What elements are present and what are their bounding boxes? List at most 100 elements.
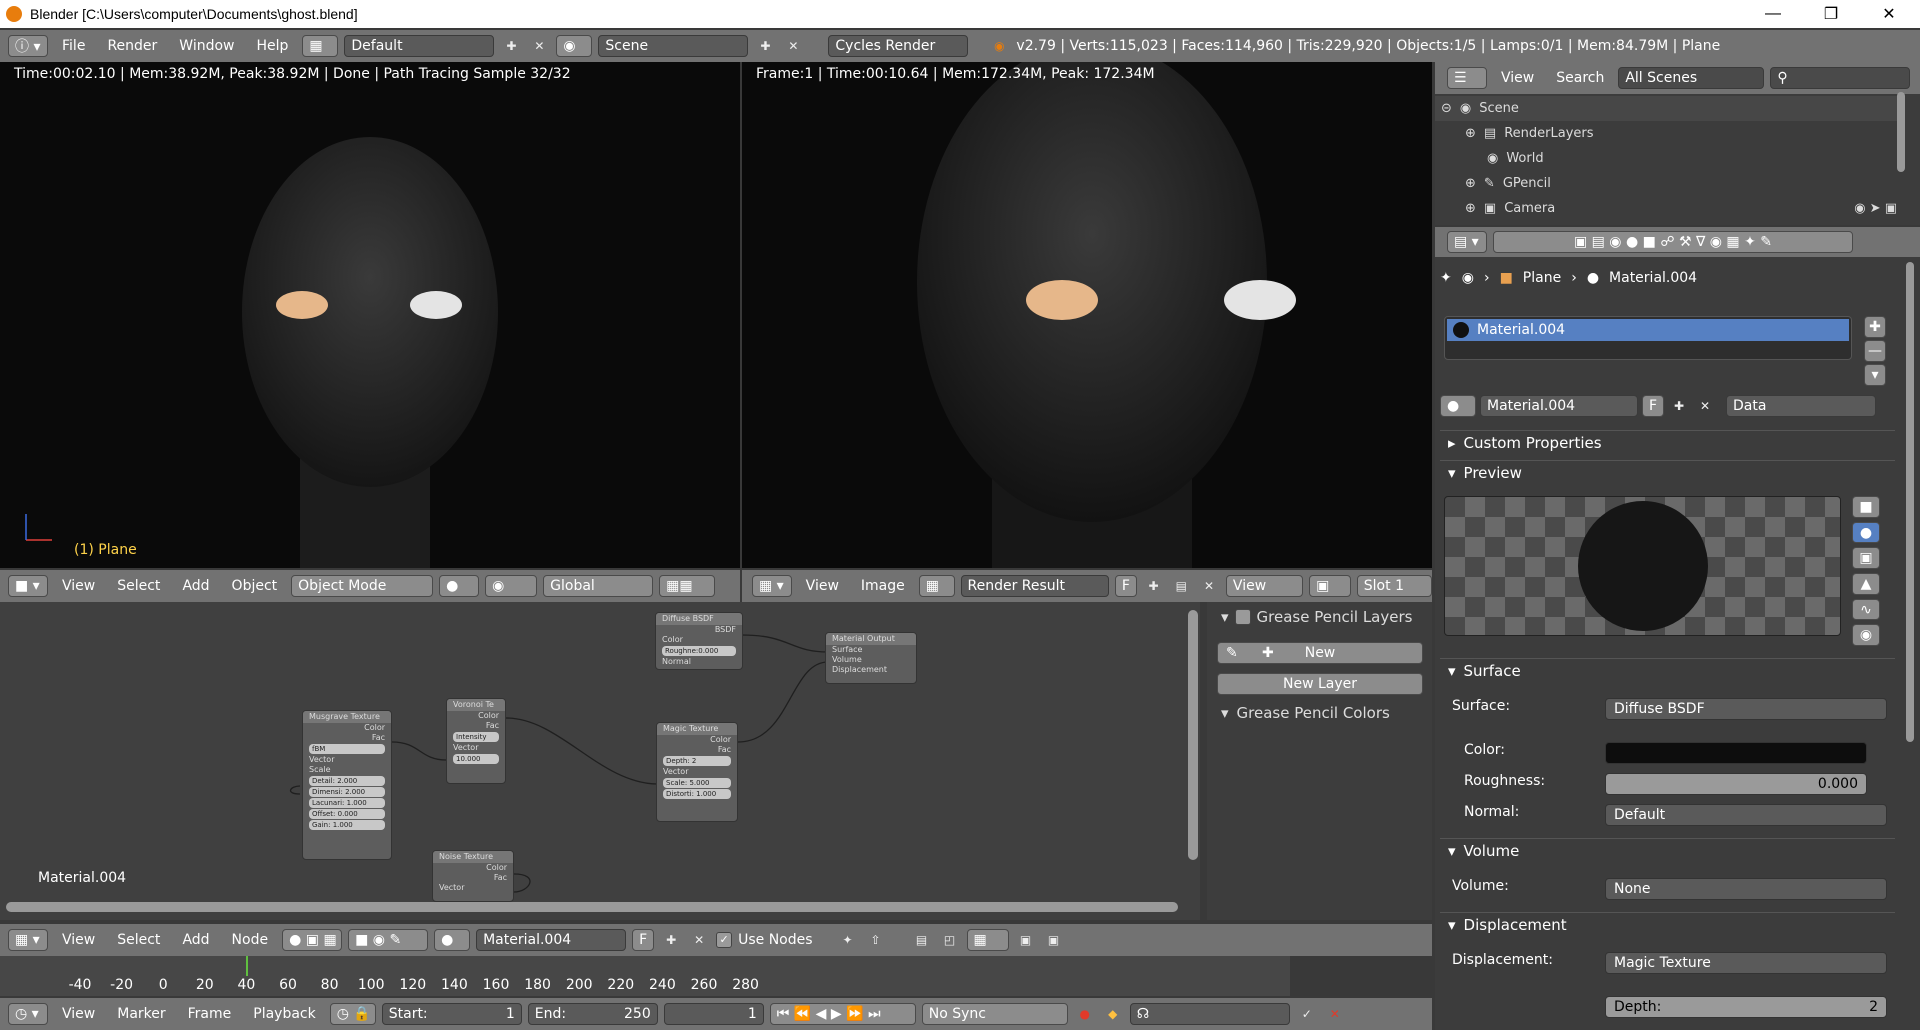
expand-icon[interactable]: ⊕ xyxy=(1465,201,1476,216)
shading-select-icon[interactable]: ● xyxy=(439,575,480,597)
menu-object[interactable]: Object xyxy=(224,578,286,594)
image-open-icon[interactable]: ▤ xyxy=(1170,575,1192,597)
shader-object-type-icons[interactable]: ■ ◉ ✎ xyxy=(348,929,429,951)
roughness-field[interactable]: Roughne:0.000 xyxy=(662,646,736,656)
depth-field[interactable]: Depth: 2 xyxy=(1605,996,1887,1018)
material-name-field[interactable]: Material.004 xyxy=(476,929,627,951)
node-noise-texture[interactable]: Noise Texture Color Fac Vector xyxy=(432,850,514,902)
shader-type-icons[interactable]: ● ▣ ▦ xyxy=(282,929,343,951)
grease-pencil-layers-header[interactable]: ▾ Grease Pencil Layers xyxy=(1221,608,1412,626)
properties-scrollbar[interactable] xyxy=(1906,262,1914,742)
material-browse-icon[interactable]: ● xyxy=(1440,395,1476,417)
menu-frame[interactable]: Frame xyxy=(180,1006,240,1022)
menu-playback[interactable]: Playback xyxy=(245,1006,323,1022)
node-magic-texture[interactable]: Magic Texture Color Fac Depth: 2 Vector … xyxy=(656,722,738,822)
menu-node-select[interactable]: Select xyxy=(109,932,168,948)
outliner-search-field[interactable]: ⚲ xyxy=(1770,67,1911,89)
add-slot-button[interactable]: ✚ xyxy=(1864,316,1886,338)
custom-properties-header[interactable]: ▸ Custom Properties xyxy=(1440,430,1895,454)
material-link-select[interactable]: Data xyxy=(1726,395,1876,417)
material-browse-icon[interactable]: ● xyxy=(434,929,471,951)
visibility-eye-icon[interactable]: ◉ ➤ ▣ xyxy=(1854,201,1905,216)
color-swatch[interactable] xyxy=(1605,742,1867,764)
material-unlink-icon[interactable]: ✕ xyxy=(1694,395,1716,417)
scene-field[interactable]: Scene xyxy=(598,35,749,57)
outliner-scrollbar[interactable] xyxy=(1897,92,1905,172)
collapse-icon[interactable]: ⊝ xyxy=(1441,101,1452,116)
object-mode-select[interactable]: Object Mode xyxy=(291,575,434,597)
image-fake-user-button[interactable]: F xyxy=(1114,575,1137,597)
menu-image[interactable]: Image xyxy=(853,578,913,594)
outliner-item-scene[interactable]: ⊝ ◉ Scene xyxy=(1435,96,1905,121)
preview-header[interactable]: ▾ Preview xyxy=(1440,460,1895,484)
dimension-field[interactable]: Dimensi: 2.000 xyxy=(309,787,385,797)
menu-node-view[interactable]: View xyxy=(54,932,103,948)
menu-render[interactable]: Render xyxy=(99,38,165,54)
menu-node-add[interactable]: Add xyxy=(174,932,217,948)
outliner-editor-type-button[interactable]: ☰ xyxy=(1447,67,1487,89)
gain-field[interactable]: Gain: 1.000 xyxy=(309,820,385,830)
preview-sky-icon[interactable]: ◉ xyxy=(1852,624,1880,647)
material-slot-item[interactable]: Material.004 xyxy=(1447,319,1849,341)
copy-render-icon[interactable]: ▣ xyxy=(1015,929,1037,951)
transform-orientation-select[interactable]: Global xyxy=(543,575,654,597)
menu-add[interactable]: Add xyxy=(174,578,217,594)
scale-field[interactable]: Scale: 5.000 xyxy=(663,778,731,788)
scale-field[interactable]: 10.000 xyxy=(453,754,499,764)
properties-editor-type-button[interactable]: ▤ ▾ xyxy=(1447,231,1487,253)
snap-icon[interactable]: ◰ xyxy=(939,929,961,951)
image-browse-icon[interactable]: ▦ xyxy=(918,575,955,597)
musgrave-type-select[interactable]: fBM xyxy=(309,744,385,754)
new-grease-pencil-button[interactable]: ✎ ✚ New xyxy=(1217,642,1423,664)
render-engine-select[interactable]: Cycles Render xyxy=(828,35,969,57)
menu-marker[interactable]: Marker xyxy=(109,1006,173,1022)
pivot-select-icon[interactable]: ◉ xyxy=(485,575,538,597)
maximize-button[interactable]: ❐ xyxy=(1802,0,1860,28)
menu-view[interactable]: View xyxy=(54,578,103,594)
material-fake-user-button[interactable]: F xyxy=(632,929,655,951)
properties-context-tabs[interactable]: ▣ ▤ ◉ ● ■ ☍ ⚒ ∇ ◉ ▦ ✦ ✎ xyxy=(1493,231,1853,253)
breadcrumb-material[interactable]: Material.004 xyxy=(1609,270,1697,286)
displacement-select[interactable]: Magic Texture xyxy=(1605,952,1887,974)
distortion-field[interactable]: Distorti: 1.000 xyxy=(663,789,731,799)
image-pass-icon[interactable]: ▣ xyxy=(1309,575,1351,597)
remove-slot-button[interactable]: — xyxy=(1864,340,1886,362)
close-window-button[interactable]: ✕ xyxy=(1860,0,1918,28)
preview-monkey-icon[interactable]: ▲ xyxy=(1852,573,1880,595)
delete-key-icon[interactable]: ✕ xyxy=(1324,1003,1346,1025)
node-editor-hscrollbar[interactable] xyxy=(6,902,1178,912)
image-editor-type-button[interactable]: ▦ ▾ xyxy=(752,575,792,597)
offset-field[interactable]: Offset: 0.000 xyxy=(309,809,385,819)
keying-set-field[interactable]: ☊ xyxy=(1129,1003,1290,1025)
menu-node[interactable]: Node xyxy=(224,932,277,948)
volume-header[interactable]: ▾ Volume xyxy=(1440,838,1895,862)
sync-mode-select[interactable]: No Sync xyxy=(921,1003,1068,1025)
pin-icon[interactable]: ✦ xyxy=(1440,270,1452,286)
node-voronoi-texture[interactable]: Voronoi Te Color Fac Intensity Vector 10… xyxy=(446,698,506,784)
outliner-item-renderlayers[interactable]: ⊕ ▤ RenderLayers xyxy=(1435,121,1905,146)
material-slot-list[interactable]: Material.004 xyxy=(1444,316,1852,360)
material-fake-user-button[interactable]: F xyxy=(1642,395,1664,417)
volume-shader-select[interactable]: None xyxy=(1605,878,1887,900)
depth-field[interactable]: Depth: 2 xyxy=(663,756,731,766)
scene-icon[interactable]: ◉ xyxy=(556,35,593,57)
outliner-item-camera[interactable]: ⊕ ▣ Camera ◉ ➤ ▣ xyxy=(1435,196,1905,221)
enable-checkbox[interactable] xyxy=(1234,609,1251,625)
use-nodes-checkbox[interactable]: ✓ xyxy=(716,932,733,948)
paste-render-icon[interactable]: ▣ xyxy=(1043,929,1065,951)
node-editor-type-button[interactable]: ▦ ▾ xyxy=(8,929,48,951)
roughness-slider[interactable]: 0.000 xyxy=(1605,773,1867,795)
start-frame-field[interactable]: Start: 1 xyxy=(381,1003,522,1025)
breadcrumb-object[interactable]: Plane xyxy=(1523,270,1561,286)
delete-scene-icon[interactable]: ✕ xyxy=(782,35,804,57)
add-scene-icon[interactable]: ✚ xyxy=(754,35,776,57)
surface-shader-select[interactable]: Diffuse BSDF xyxy=(1605,698,1887,720)
coloring-select[interactable]: Intensity xyxy=(453,732,499,742)
delete-layout-icon[interactable]: ✕ xyxy=(528,35,550,57)
preview-cube-icon[interactable]: ▣ xyxy=(1852,547,1880,570)
screen-layout-icon[interactable]: ▦ xyxy=(302,35,339,57)
backdrop-icon[interactable]: ▤ xyxy=(911,929,933,951)
material-add-icon[interactable]: ✚ xyxy=(660,929,682,951)
preview-hair-icon[interactable]: ∿ xyxy=(1852,598,1880,621)
3d-editor-type-button[interactable]: ■ ▾ xyxy=(8,575,48,597)
